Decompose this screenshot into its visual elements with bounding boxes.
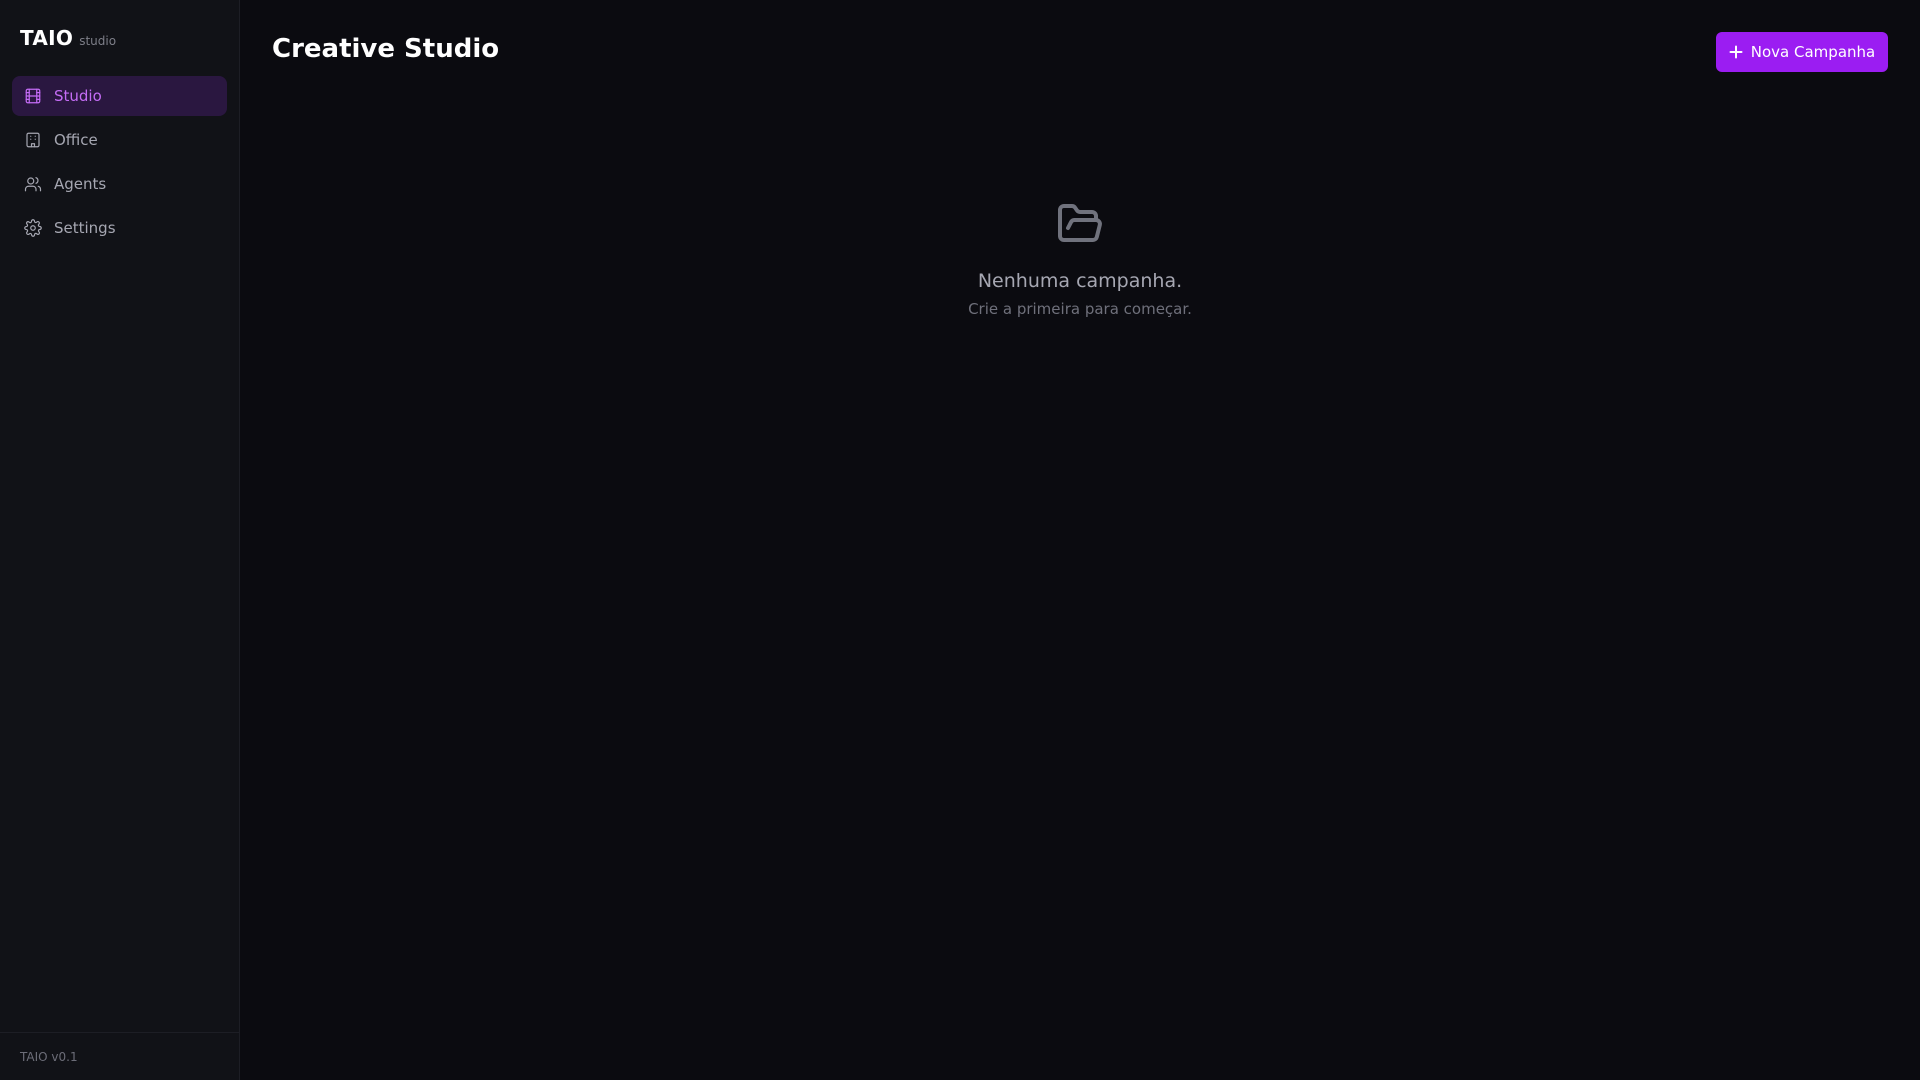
sidebar-item-label: Office bbox=[54, 131, 98, 149]
main-content: Creative Studio Nova Campanha Nenhuma ca… bbox=[240, 0, 1920, 1080]
users-icon bbox=[24, 175, 42, 193]
sidebar-item-studio[interactable]: Studio bbox=[12, 76, 227, 116]
brand-name: TAIO bbox=[20, 26, 74, 50]
sidebar-item-agents[interactable]: Agents bbox=[12, 164, 227, 204]
film-icon bbox=[24, 87, 42, 105]
empty-state: Nenhuma campanha. Crie a primeira para c… bbox=[240, 200, 1920, 318]
page-title: Creative Studio bbox=[272, 34, 500, 64]
app-window: TAIO studio Studio Office Agents Setting… bbox=[0, 0, 1920, 1080]
brand-subtitle: studio bbox=[79, 34, 117, 48]
plus-icon bbox=[1729, 45, 1743, 59]
sidebar: TAIO studio Studio Office Agents Setting… bbox=[0, 0, 240, 1080]
new-campaign-button-label: Nova Campanha bbox=[1750, 43, 1876, 61]
sidebar-nav: Studio Office Agents Settings bbox=[12, 76, 227, 252]
version-label: TAIO v0.1 bbox=[0, 1032, 239, 1080]
new-campaign-button[interactable]: Nova Campanha bbox=[1716, 32, 1888, 72]
sidebar-item-label: Agents bbox=[54, 175, 107, 193]
gear-icon bbox=[24, 219, 42, 237]
building-icon bbox=[24, 131, 42, 149]
sidebar-item-office[interactable]: Office bbox=[12, 120, 227, 160]
sidebar-item-settings[interactable]: Settings bbox=[12, 208, 227, 248]
sidebar-item-label: Settings bbox=[54, 219, 116, 237]
brand: TAIO studio bbox=[20, 26, 116, 50]
sidebar-item-label: Studio bbox=[54, 87, 102, 105]
empty-state-subtitle: Crie a primeira para começar. bbox=[968, 300, 1192, 318]
empty-state-title: Nenhuma campanha. bbox=[977, 270, 1183, 292]
folder-open-icon bbox=[1056, 200, 1104, 252]
